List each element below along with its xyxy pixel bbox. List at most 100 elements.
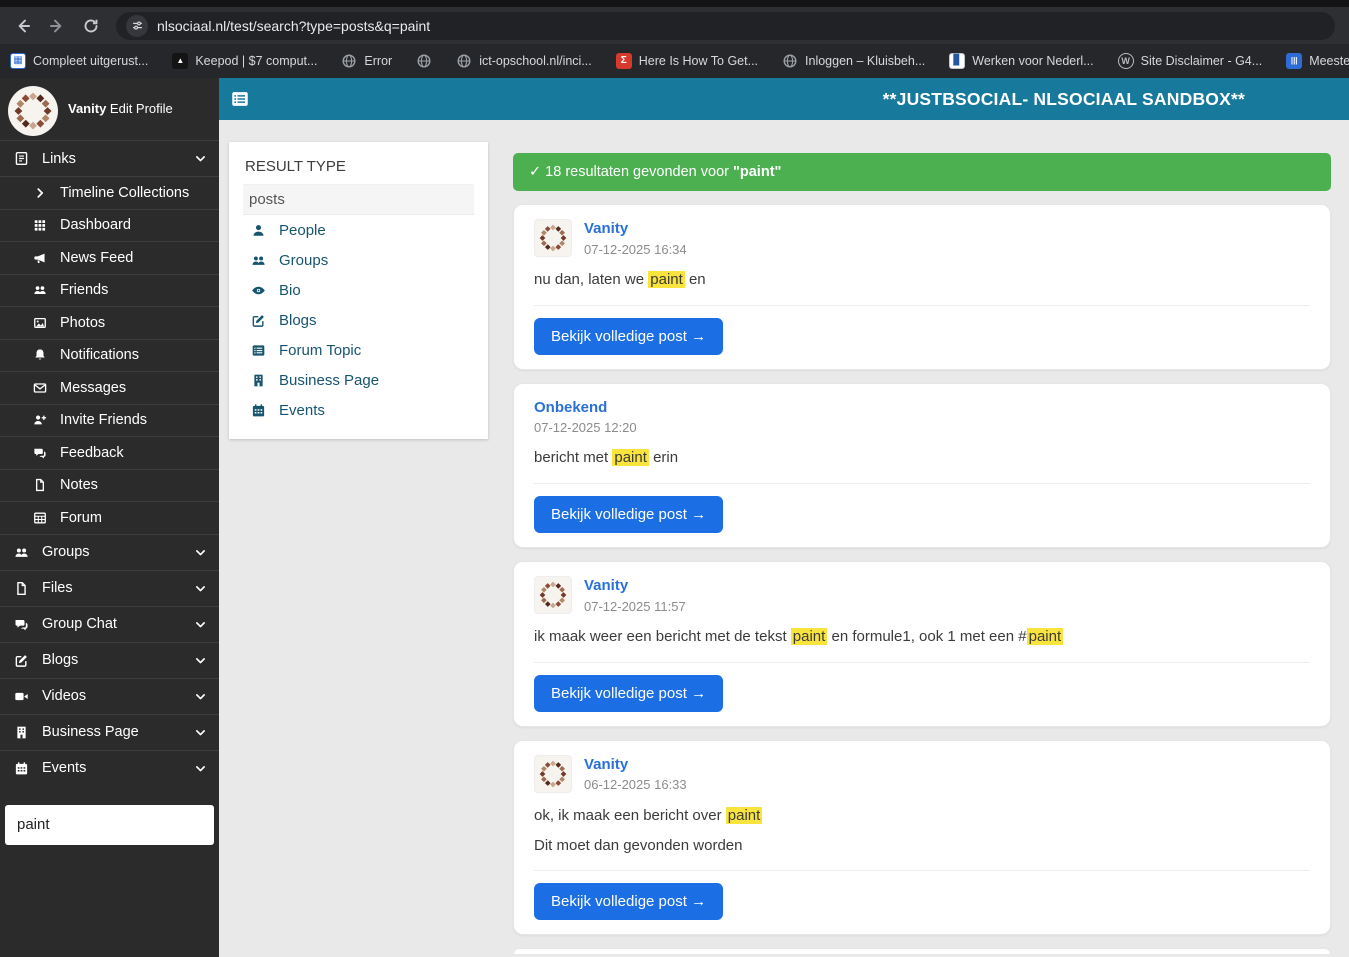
blue-chart-icon: ▊: [949, 53, 966, 69]
site-settings-icon[interactable]: [126, 14, 148, 37]
alert-text: ✓ 18 resultaten gevonden voor: [529, 164, 729, 180]
url-bar[interactable]: nlsociaal.nl/test/search?type=posts&q=pa…: [116, 11, 1335, 40]
highlight: paint: [612, 449, 649, 467]
bookmark-item[interactable]: ||| MeesterMichael.nl |...: [1286, 53, 1349, 69]
post-text: bericht met paint erin: [534, 449, 679, 467]
post-meta: Vanity 07-12-2025 16:34: [584, 219, 687, 257]
envelope-icon: [30, 381, 49, 395]
result-type-people[interactable]: People: [243, 215, 474, 245]
sidebar-item-business-page[interactable]: Business Page: [0, 713, 219, 750]
menu-icon[interactable]: [230, 89, 250, 109]
sidebar-item-label: Group Chat: [42, 616, 117, 632]
sidebar-item-forum[interactable]: Forum: [0, 501, 219, 534]
reload-button[interactable]: [76, 11, 106, 41]
bookmark-item[interactable]: Inloggen – Kluisbeh...: [782, 53, 925, 69]
avatar[interactable]: [534, 754, 572, 793]
post-text: Dit moet dan gevonden worden: [534, 836, 743, 854]
result-type-posts[interactable]: posts: [243, 185, 474, 215]
bookmark-item[interactable]: W Site Disclaimer - G4...: [1117, 53, 1262, 69]
result-type-label: People: [279, 221, 326, 239]
post-date: 07-12-2025 11:57: [584, 598, 686, 614]
post-card-partial: [513, 948, 1331, 955]
post-card: Vanity 07-12-2025 16:34 nu dan, laten we p…: [513, 204, 1331, 370]
sidebar-item-notes[interactable]: Notes: [0, 468, 219, 502]
search-input[interactable]: [5, 804, 214, 845]
comments-icon: [30, 446, 49, 460]
result-type-label: Business Page: [279, 371, 380, 389]
bookmark-item[interactable]: Σ Here Is How To Get...: [615, 53, 758, 69]
result-type-groups[interactable]: Groups: [243, 245, 474, 275]
profile-name-link[interactable]: Vanity: [68, 101, 106, 116]
result-type-bio[interactable]: Bio: [243, 275, 474, 305]
avatar[interactable]: [534, 576, 572, 614]
result-type-label: Groups: [279, 251, 329, 269]
view-full-post-button[interactable]: Bekijk volledige post →: [534, 496, 724, 533]
bookmark-item[interactable]: ▦ Compleet uitgerust...: [10, 53, 148, 69]
user-icon: [249, 223, 267, 238]
sidebar-item-feedback[interactable]: Feedback: [0, 436, 219, 469]
post-author-link[interactable]: Vanity: [584, 755, 687, 775]
sidebar-item-dashboard[interactable]: Dashboard: [0, 208, 219, 242]
forward-button[interactable]: [42, 11, 72, 41]
bookmark-item[interactable]: ▊ Werken voor Nederl...: [949, 53, 1094, 69]
edit-icon: [12, 653, 31, 668]
back-button[interactable]: [8, 11, 38, 41]
chevron-down-icon: [194, 152, 207, 165]
chevron-down-icon: [194, 582, 207, 595]
sidebar-item-links[interactable]: Links: [0, 140, 219, 176]
chevron-down-icon: [194, 726, 207, 739]
results-alert: ✓ 18 resultaten gevonden voor "paint": [513, 153, 1331, 191]
sidebar-item-label: Photos: [60, 314, 106, 331]
sidebar-item-label: Groups: [42, 544, 90, 560]
view-full-post-button[interactable]: Bekijk volledige post →: [534, 317, 724, 355]
avatar[interactable]: [8, 86, 58, 136]
grid-icon: [30, 218, 49, 232]
sidebar-item-invite-friends[interactable]: Invite Friends: [0, 403, 219, 437]
bookmark-item[interactable]: Error: [341, 53, 392, 69]
address-book-icon: [12, 151, 31, 166]
result-type-list: posts People Groups Bio Blogs Forum Topic Busi…: [243, 185, 474, 425]
screen: nlsociaal.nl/test/search?type=posts&q=pa…: [0, 0, 1349, 957]
sidebar-item-files[interactable]: Files: [0, 569, 219, 606]
sidebar-item-timeline-collections[interactable]: Timeline Collections: [0, 176, 219, 209]
sidebar-item-events[interactable]: Events: [0, 749, 219, 786]
browser-tab-strip: [0, 0, 1349, 7]
view-full-post-button[interactable]: Bekijk volledige post →: [534, 674, 724, 712]
view-full-post-button[interactable]: Bekijk volledige post →: [534, 883, 724, 921]
users-icon: [30, 283, 49, 297]
post-meta: Vanity 06-12-2025 16:33: [584, 755, 687, 793]
blue-stripes-icon: |||: [1286, 53, 1303, 69]
result-type-business-page[interactable]: Business Page: [243, 365, 474, 395]
post-author-link[interactable]: Vanity: [584, 576, 686, 596]
sidebar-item-messages[interactable]: Messages: [0, 371, 219, 404]
edit-profile-link[interactable]: Edit Profile: [110, 101, 173, 116]
blue-doc-icon: ▦: [10, 53, 26, 69]
sidebar-item-news-feed[interactable]: News Feed: [0, 241, 219, 274]
sidebar-item-videos[interactable]: Videos: [0, 677, 219, 714]
search-term: "paint": [733, 164, 782, 180]
bookmark-item[interactable]: ict-opschool.nl/inci...: [456, 53, 592, 69]
post-author-link[interactable]: Onbekend: [534, 398, 637, 418]
bookmark-item[interactable]: ▲ Keepod | $7 comput...: [172, 53, 317, 69]
highlight: paint: [648, 271, 685, 288]
bell-icon: [30, 348, 49, 362]
post-author-link[interactable]: Vanity: [584, 219, 687, 239]
sidebar-item-blogs[interactable]: Blogs: [0, 641, 219, 678]
chevron-down-icon: [194, 762, 207, 775]
chevron-down-icon: [194, 690, 207, 703]
red-sigma-icon: Σ: [615, 53, 632, 69]
post-header: Vanity 06-12-2025 16:33: [534, 754, 1310, 793]
result-type-forum-topic[interactable]: Forum Topic: [243, 335, 474, 365]
sidebar-item-group-chat[interactable]: Group Chat: [0, 605, 219, 642]
sidebar-item-groups[interactable]: Groups: [0, 533, 219, 570]
sidebar-item-friends[interactable]: Friends: [0, 273, 219, 307]
sidebar-item-photos[interactable]: Photos: [0, 306, 219, 339]
post-divider: [534, 870, 1310, 872]
sidebar-item-label: Messages: [60, 379, 127, 396]
result-type-events[interactable]: Events: [243, 395, 474, 425]
bookmark-item[interactable]: [416, 53, 432, 69]
sidebar-item-notifications[interactable]: Notifications: [0, 338, 219, 372]
result-type-blogs[interactable]: Blogs: [243, 305, 474, 335]
list-alt-icon: [249, 343, 267, 358]
avatar[interactable]: [534, 219, 572, 257]
